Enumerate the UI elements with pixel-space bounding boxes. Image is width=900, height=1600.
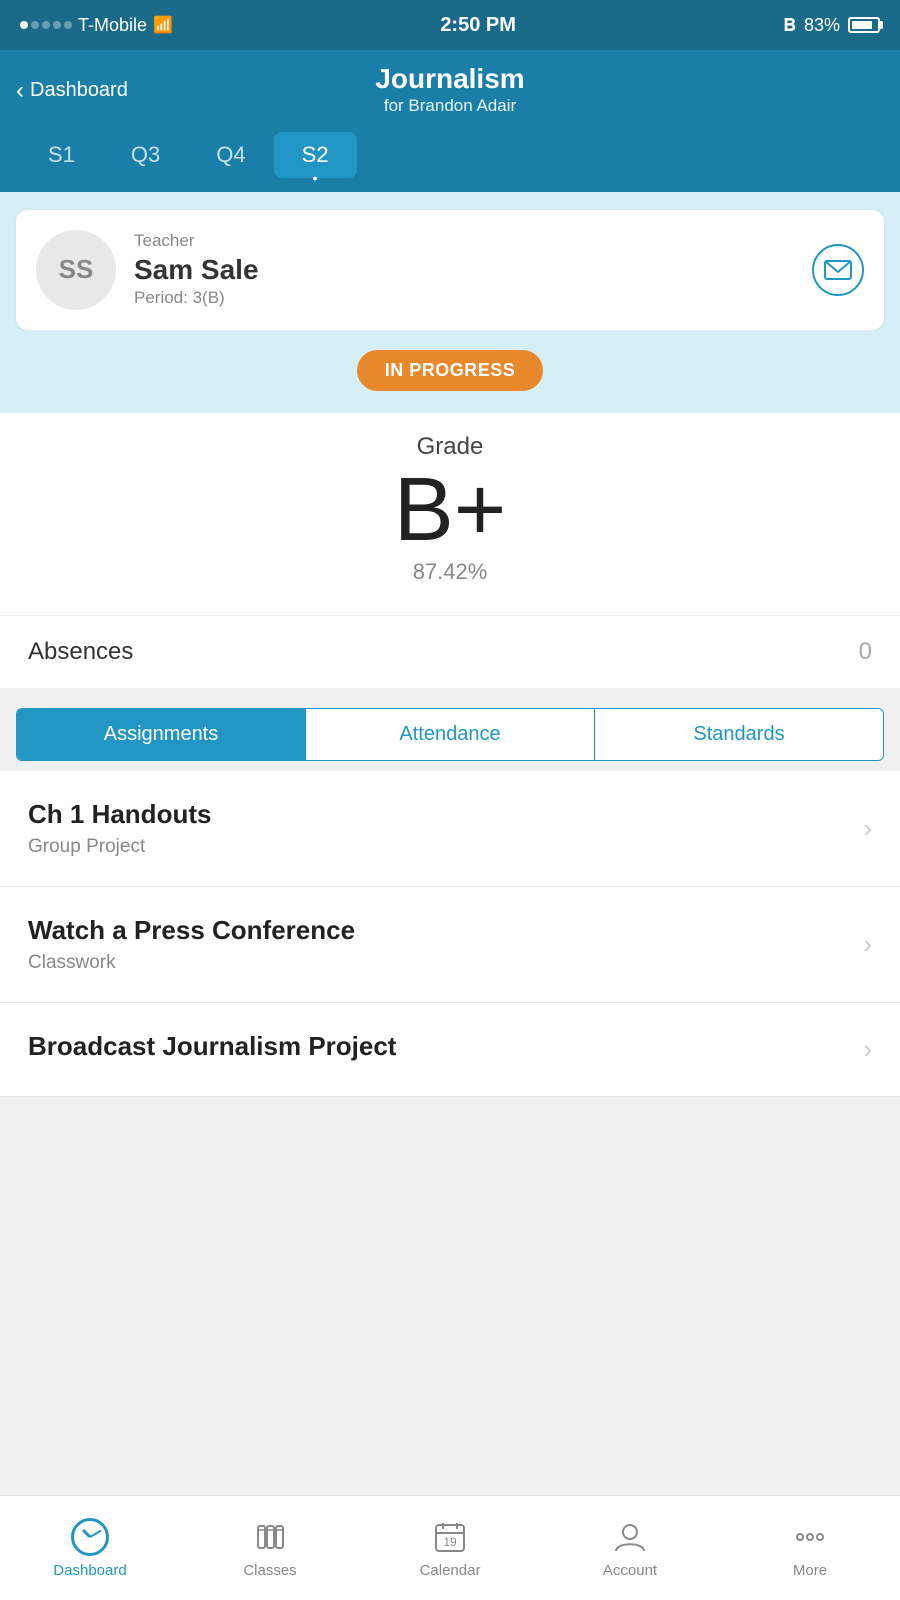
mail-icon [824,260,852,280]
chevron-right-0: › [863,813,872,844]
teacher-section: SS Teacher Sam Sale Period: 3(B) [0,192,900,330]
wifi-icon: 📶 [153,15,173,35]
teacher-period: Period: 3(B) [134,288,794,308]
battery-percent: 83% [804,15,840,36]
assignment-title-0: Ch 1 Handouts [28,799,211,830]
tab-Q4[interactable]: Q4 [188,132,273,178]
assignment-type-0: Group Project [28,836,211,858]
clock-icon [71,1518,109,1556]
tab-S1[interactable]: S1 [20,132,103,178]
more-icon [791,1518,829,1556]
nav-label-more: More [793,1562,827,1579]
bluetooth-icon: 𝐁 [783,15,796,36]
dot-4 [53,21,61,29]
dashboard-icon [71,1518,109,1556]
dot-2 [31,21,39,29]
assignment-info-0: Ch 1 Handouts Group Project [28,799,211,858]
battery-fill [852,21,872,29]
nav-label-account: Account [603,1562,657,1579]
nav-item-calendar[interactable]: 19 Calendar [360,1496,540,1600]
status-badge: IN PROGRESS [357,350,544,391]
nav-label-dashboard: Dashboard [53,1562,126,1579]
course-title: Journalism [20,62,880,96]
classes-icon [251,1518,289,1556]
assignment-item-0[interactable]: Ch 1 Handouts Group Project › [0,771,900,887]
calendar-icon: 19 [431,1518,469,1556]
assignment-type-1: Classwork [28,952,355,974]
subtab-attendance[interactable]: Attendance [306,709,595,760]
nav-item-dashboard[interactable]: Dashboard [0,1496,180,1600]
subtab-assignments[interactable]: Assignments [17,709,306,760]
grade-percent: 87.42% [20,559,880,585]
teacher-role-label: Teacher [134,231,794,251]
chevron-right-2: › [863,1034,872,1065]
course-subtitle: for Brandon Adair [20,96,880,116]
assignments-list: Ch 1 Handouts Group Project › Watch a Pr… [0,771,900,1097]
mail-button[interactable] [812,244,864,296]
carrier-label: T-Mobile [78,15,147,36]
absences-row: Absences 0 [0,615,900,688]
nav-item-classes[interactable]: Classes [180,1496,360,1600]
status-left: T-Mobile 📶 [20,15,173,36]
status-bar: T-Mobile 📶 2:50 PM 𝐁 83% [0,0,900,50]
tab-Q3[interactable]: Q3 [103,132,188,178]
grade-label: Grade [20,433,880,461]
books-icon [253,1520,287,1554]
teacher-card: SS Teacher Sam Sale Period: 3(B) [16,210,884,330]
dot-5 [64,21,72,29]
assignment-info-2: Broadcast Journalism Project [28,1031,396,1068]
teacher-name: Sam Sale [134,253,794,287]
teacher-avatar: SS [36,230,116,310]
nav-label-calendar: Calendar [420,1562,481,1579]
subtab-standards[interactable]: Standards [595,709,883,760]
status-time: 2:50 PM [440,14,516,37]
status-right: 𝐁 83% [783,15,880,36]
assignment-title-2: Broadcast Journalism Project [28,1031,396,1062]
nav-label-classes: Classes [243,1562,296,1579]
svg-text:19: 19 [443,1535,457,1549]
nav-item-more[interactable]: More [720,1496,900,1600]
account-icon [611,1518,649,1556]
grade-section: Grade B+ 87.42% [0,413,900,615]
absences-count: 0 [859,638,872,666]
nav-item-account[interactable]: Account [540,1496,720,1600]
battery-bar [848,17,880,33]
grade-letter: B+ [20,465,880,555]
clock-minute-hand [90,1529,102,1537]
signal-dots [20,21,72,29]
course-header: ‹ Dashboard Journalism for Brandon Adair [0,50,900,132]
dot-1 [20,21,28,29]
assignment-item-1[interactable]: Watch a Press Conference Classwork › [0,887,900,1003]
dots-icon [793,1520,827,1554]
person-icon [613,1520,647,1554]
badge-container: IN PROGRESS [0,330,900,413]
absences-label: Absences [28,638,133,666]
bottom-nav: Dashboard Classes 19 Calen [0,1495,900,1600]
assignment-info-1: Watch a Press Conference Classwork [28,915,355,974]
tab-S2[interactable]: S2 [274,132,357,178]
period-tabs: S1 Q3 Q4 S2 [0,132,900,192]
calendar-svg-icon: 19 [433,1520,467,1554]
dot-3 [42,21,50,29]
chevron-right-1: › [863,929,872,960]
teacher-info: Teacher Sam Sale Period: 3(B) [134,231,794,309]
assignment-title-1: Watch a Press Conference [28,915,355,946]
sub-tabs: Assignments Attendance Standards [16,708,884,761]
assignment-item-2[interactable]: Broadcast Journalism Project › [0,1003,900,1097]
